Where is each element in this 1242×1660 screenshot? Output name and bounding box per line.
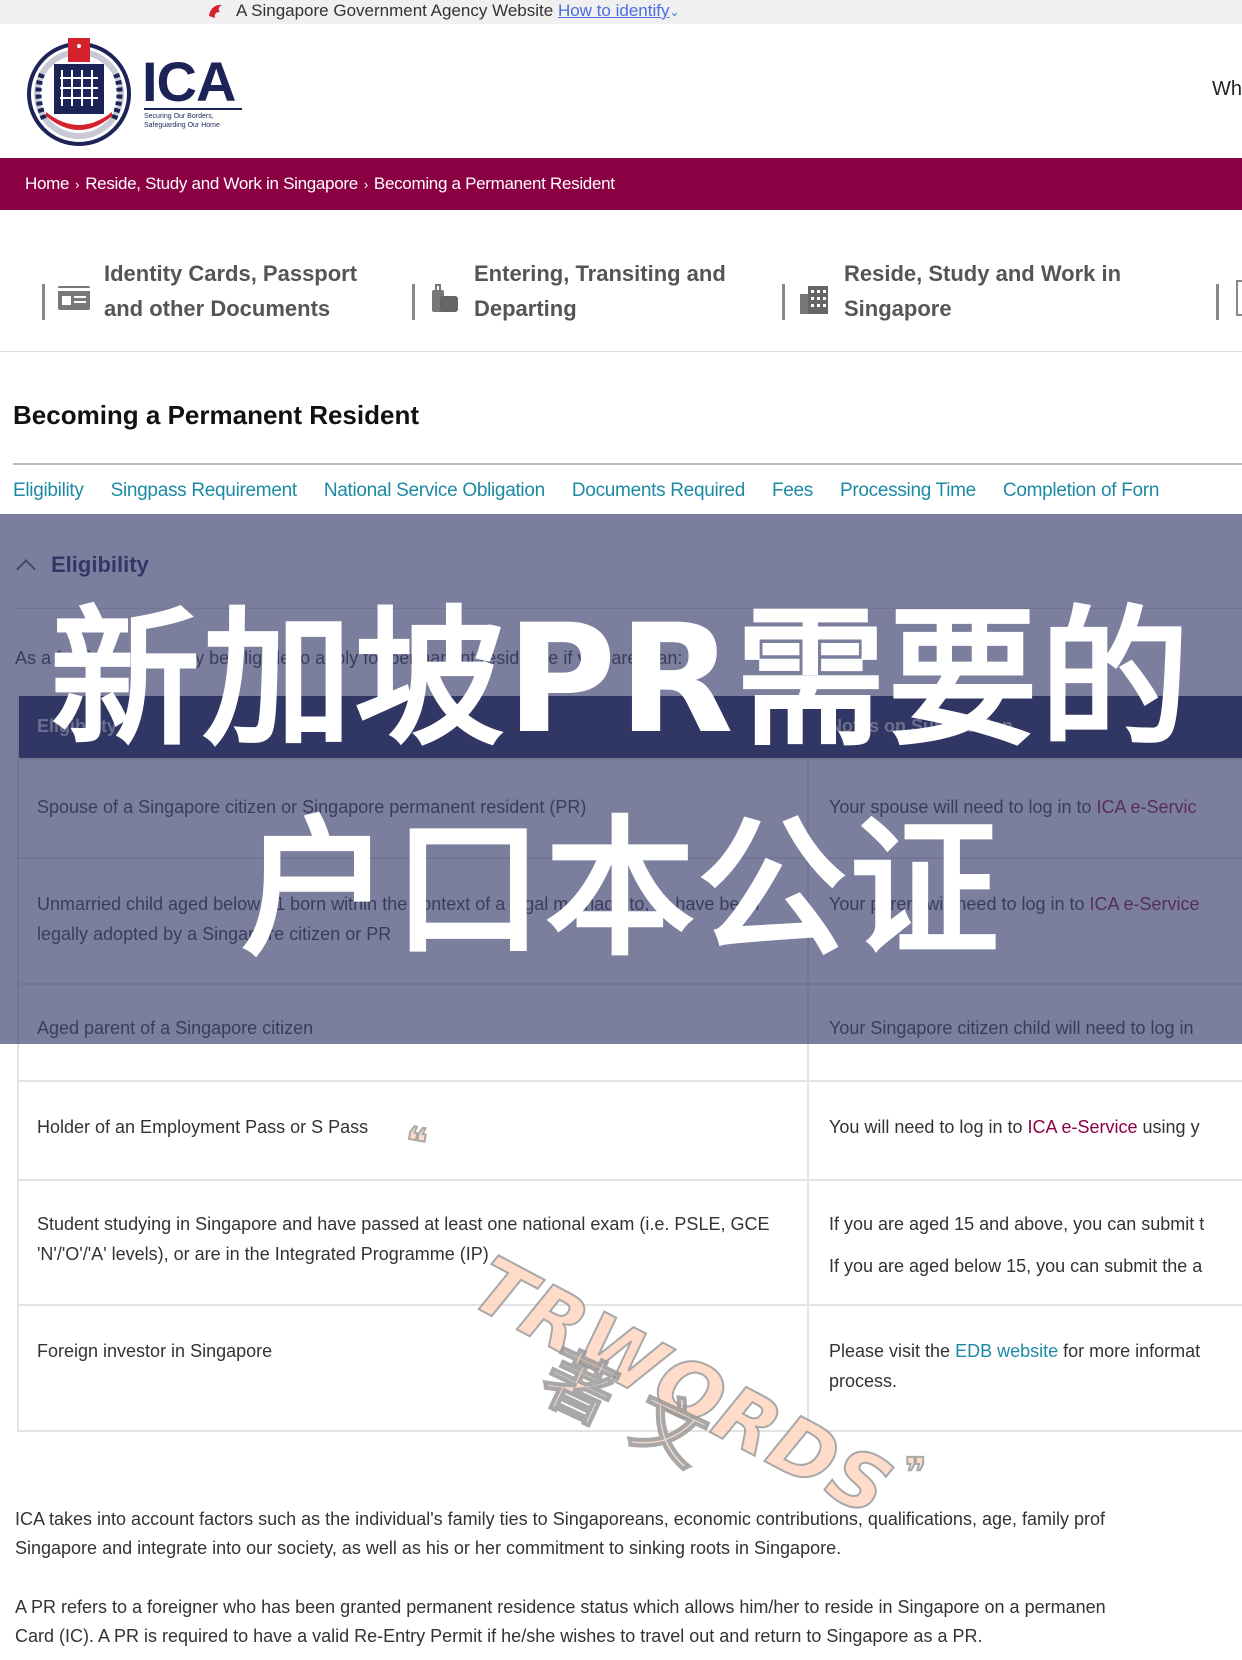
- notes-cell: If you are aged 15 and above, you can su…: [829, 1209, 1242, 1281]
- notes-cell: You will need to log in to ICA e-Service…: [829, 1112, 1242, 1142]
- title-divider: [13, 463, 1242, 465]
- anchor-documents-required[interactable]: Documents Required: [572, 480, 745, 501]
- ica-emblem-logo[interactable]: [24, 34, 134, 146]
- paragraph-line: Card (IC). A PR is required to have a va…: [15, 1626, 983, 1646]
- notes-text: for more informat: [1058, 1341, 1201, 1361]
- luggage-icon: [432, 284, 458, 312]
- ica-eservice-link[interactable]: ICA e-Service: [1027, 1117, 1137, 1137]
- lion-head-icon: [209, 4, 222, 18]
- anchor-national-service[interactable]: National Service Obligation: [324, 480, 545, 501]
- anchor-singpass-requirement[interactable]: Singpass Requirement: [111, 480, 298, 501]
- nav-divider: [782, 284, 785, 320]
- section-anchor-links: Eligibility Singpass Requirement Nationa…: [13, 480, 1181, 510]
- table-row: Holder of an Employment Pass or S Pass Y…: [19, 1080, 1242, 1179]
- notes-line: If you are aged below 15, you can submit…: [829, 1256, 1203, 1276]
- paragraph-line: Singapore and integrate into our society…: [15, 1538, 842, 1558]
- anchor-processing-time[interactable]: Processing Time: [840, 480, 976, 501]
- overlay-title-line-2: 户口本公证: [240, 803, 1001, 977]
- breadcrumb-home[interactable]: Home: [25, 174, 69, 193]
- nav-divider: [412, 284, 415, 320]
- chevron-down-icon[interactable]: ⌄: [669, 5, 679, 19]
- header-nav-truncated[interactable]: Wh: [1212, 78, 1242, 101]
- nav-item-label: Reside, Study and Work in Singapore: [844, 261, 1122, 321]
- category-nav: Identity Cards, Passport and other Docum…: [0, 210, 1242, 352]
- nav-divider: [42, 284, 45, 320]
- factors-paragraph: ICA takes into account factors such as t…: [15, 1505, 1105, 1563]
- tagline-line-2: Safeguarding Our Home: [144, 122, 220, 129]
- nav-item-label: Identity Cards, Passport and other Docum…: [104, 261, 358, 321]
- logo-tagline: Securing Our Borders, Safeguarding Our H…: [144, 112, 220, 130]
- breadcrumb-separator: ›: [363, 177, 368, 192]
- eligibility-cell: Student studying in Singapore and have p…: [37, 1214, 770, 1264]
- overlay-title-line-1: 新加坡PR需要的: [50, 593, 1192, 767]
- notes-cell: Please visit the EDB website for more in…: [829, 1336, 1242, 1396]
- anchor-completion-of-forms[interactable]: Completion of Forn: [1003, 480, 1159, 501]
- site-header: ICA Securing Our Borders, Safeguarding O…: [0, 24, 1242, 158]
- notes-text: using y: [1137, 1117, 1200, 1137]
- logo-divider: [144, 108, 242, 110]
- column-divider: [807, 1181, 809, 1304]
- edb-website-link[interactable]: EDB website: [955, 1341, 1058, 1361]
- masthead-text: A Singapore Government Agency Website: [236, 1, 554, 20]
- gov-masthead: A Singapore Government Agency Website Ho…: [0, 0, 1242, 24]
- paragraph-line: A PR refers to a foreigner who has been …: [15, 1597, 1106, 1617]
- id-card-icon: [58, 286, 90, 310]
- truncated-icon: [1236, 280, 1242, 316]
- breadcrumb-separator: ›: [75, 177, 80, 192]
- notes-text: Please visit the: [829, 1341, 956, 1361]
- tagline-line-1: Securing Our Borders,: [144, 113, 214, 120]
- notes-line: process.: [829, 1371, 898, 1391]
- table-row: Student studying in Singapore and have p…: [19, 1179, 1242, 1304]
- building-icon: [800, 286, 828, 314]
- ica-logo-text: ICA: [142, 50, 236, 113]
- breadcrumb-reside[interactable]: Reside, Study and Work in Singapore: [85, 174, 358, 193]
- notes-text: You will need to log in to: [829, 1117, 1028, 1137]
- anchor-eligibility[interactable]: Eligibility: [13, 480, 84, 501]
- how-to-identify-link[interactable]: How to identify: [558, 1, 670, 20]
- pr-definition-paragraph: A PR refers to a foreigner who has been …: [15, 1593, 1106, 1651]
- page-title: Becoming a Permanent Resident: [13, 400, 419, 430]
- breadcrumb: Home › Reside, Study and Work in Singapore…: [0, 158, 1242, 210]
- nav-item-label: Entering, Transiting and Departing: [474, 261, 726, 321]
- breadcrumb-current: Becoming a Permanent Resident: [373, 174, 615, 193]
- anchor-fees[interactable]: Fees: [772, 480, 813, 501]
- column-divider: [807, 1082, 809, 1179]
- nav-divider: [1216, 284, 1219, 320]
- watermark-close-quote-icon: ❞: [904, 1449, 927, 1497]
- paragraph-line: ICA takes into account factors such as t…: [15, 1509, 1106, 1529]
- notes-line: If you are aged 15 and above, you can su…: [829, 1214, 1205, 1234]
